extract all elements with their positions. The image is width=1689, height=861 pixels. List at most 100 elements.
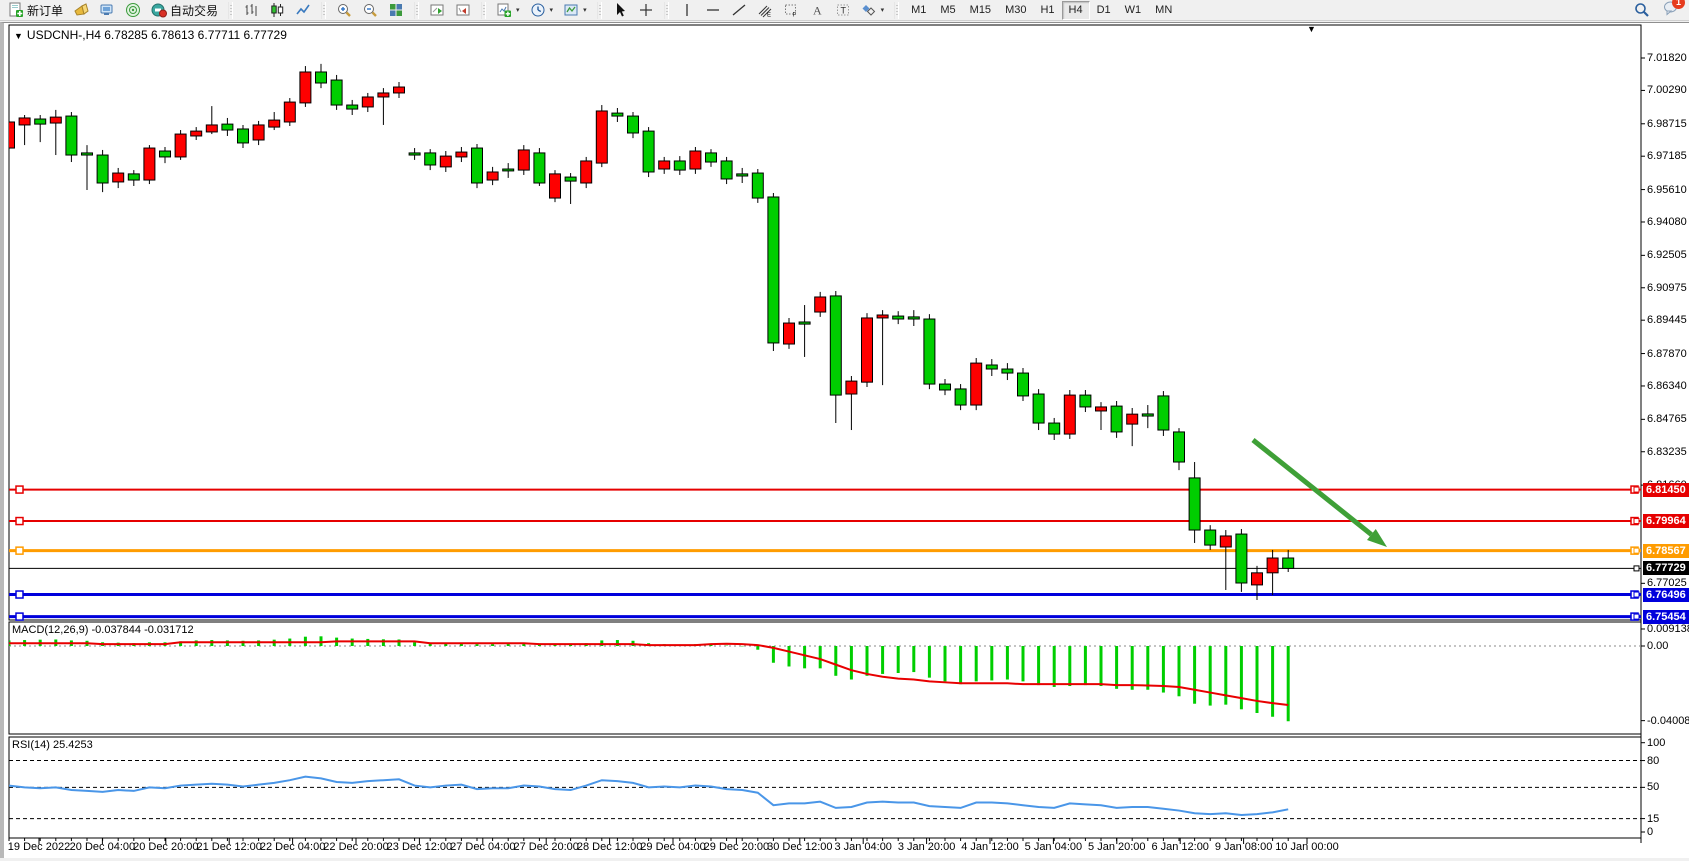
candle-body bbox=[550, 174, 561, 198]
candle-body bbox=[253, 125, 264, 140]
time-axis-label: 4 Jan 12:00 bbox=[961, 841, 1019, 853]
macd-pane[interactable] bbox=[9, 622, 1641, 734]
candle-body bbox=[97, 155, 108, 183]
candle-body bbox=[300, 72, 311, 103]
time-axis-label: 19 Dec 2022 bbox=[8, 841, 70, 853]
candle-body bbox=[144, 148, 155, 180]
candle-body bbox=[1267, 558, 1278, 573]
price-axis-label: 6.87870 bbox=[1647, 348, 1687, 360]
candle-body bbox=[1252, 573, 1263, 585]
candle-body bbox=[19, 118, 30, 125]
time-axis-label: 6 Jan 12:00 bbox=[1151, 841, 1209, 853]
candle-body bbox=[440, 156, 451, 167]
candle-body bbox=[362, 97, 373, 107]
time-axis-label: 3 Jan 04:00 bbox=[834, 841, 892, 853]
time-axis-label: 27 Dec 04:00 bbox=[450, 841, 515, 853]
candle-body bbox=[394, 87, 405, 93]
candle-body bbox=[4, 122, 15, 148]
macd-axis-label: 0.009138 bbox=[1647, 623, 1689, 635]
tag-anchor bbox=[1634, 566, 1639, 571]
chart-canvas[interactable] bbox=[0, 0, 1689, 861]
candle-body bbox=[409, 153, 420, 155]
price-axis-label: 6.83235 bbox=[1647, 446, 1687, 458]
candle-body bbox=[347, 105, 358, 109]
price-axis-label: 6.84765 bbox=[1647, 413, 1687, 425]
time-axis-label: 29 Dec 20:00 bbox=[704, 841, 769, 853]
rsi-axis-label: 100 bbox=[1647, 737, 1665, 749]
line-handle[interactable] bbox=[16, 486, 23, 493]
candle-body bbox=[160, 151, 171, 157]
candle-body bbox=[940, 384, 951, 390]
price-axis-label: 6.97185 bbox=[1647, 150, 1687, 162]
main-price-pane[interactable] bbox=[9, 25, 1641, 620]
candle-body bbox=[784, 323, 795, 344]
candle-body bbox=[924, 319, 935, 384]
candle-body bbox=[659, 161, 670, 169]
rsi-axis-label: 15 bbox=[1647, 813, 1659, 825]
candle-body bbox=[862, 318, 873, 382]
candle-body bbox=[222, 124, 233, 130]
candle-body bbox=[191, 131, 202, 136]
candle-body bbox=[1049, 423, 1060, 434]
candle-body bbox=[1127, 414, 1138, 424]
line-handle[interactable] bbox=[16, 591, 23, 598]
candle-body bbox=[50, 117, 61, 123]
rsi-axis-label: 0 bbox=[1647, 826, 1653, 838]
price-tag: 6.78567 bbox=[1643, 544, 1689, 558]
price-axis-label: 6.90975 bbox=[1647, 282, 1687, 294]
candle-body bbox=[378, 93, 389, 97]
price-axis-label: 6.98715 bbox=[1647, 118, 1687, 130]
tag-anchor bbox=[1634, 592, 1639, 597]
price-tag: 6.81450 bbox=[1643, 483, 1689, 497]
tag-anchor bbox=[1634, 487, 1639, 492]
candle-body bbox=[1080, 395, 1091, 407]
price-axis-label: 6.89445 bbox=[1647, 314, 1687, 326]
candle-body bbox=[331, 80, 342, 105]
time-axis-label: 23 Dec 12:00 bbox=[387, 841, 452, 853]
line-handle[interactable] bbox=[16, 518, 23, 525]
price-tag: 6.75454 bbox=[1643, 610, 1689, 624]
price-axis-label: 7.00290 bbox=[1647, 84, 1687, 96]
time-axis-label: 9 Jan 08:00 bbox=[1215, 841, 1273, 853]
candle-body bbox=[487, 172, 498, 180]
candle-body bbox=[737, 174, 748, 176]
candle-body bbox=[877, 315, 888, 318]
rsi-axis-label: 50 bbox=[1647, 781, 1659, 793]
price-axis-label: 6.86340 bbox=[1647, 380, 1687, 392]
candle-body bbox=[799, 322, 810, 324]
collapse-triangle-icon[interactable]: ▼ bbox=[14, 31, 23, 41]
time-axis-label: 22 Dec 04:00 bbox=[260, 841, 325, 853]
rsi-label: RSI(14) 25.4253 bbox=[12, 739, 93, 751]
line-handle[interactable] bbox=[16, 613, 23, 620]
price-axis-label: 6.95610 bbox=[1647, 184, 1687, 196]
candle-body bbox=[269, 120, 280, 127]
candle-body bbox=[581, 161, 592, 183]
price-axis-label: 6.94080 bbox=[1647, 216, 1687, 228]
time-axis-label: 21 Dec 12:00 bbox=[196, 841, 261, 853]
time-axis-label: 27 Dec 20:00 bbox=[513, 841, 578, 853]
time-axis-label: 3 Jan 20:00 bbox=[898, 841, 956, 853]
candle-body bbox=[986, 365, 997, 369]
candle-body bbox=[893, 316, 904, 319]
candle-body bbox=[1236, 534, 1247, 583]
macd-label: MACD(12,26,9) -0.037844 -0.031712 bbox=[12, 624, 194, 636]
candle-body bbox=[1033, 394, 1044, 423]
candle-body bbox=[955, 389, 966, 405]
candle-body bbox=[425, 153, 436, 165]
candle-body bbox=[1018, 373, 1029, 396]
candle-body bbox=[1002, 369, 1013, 373]
candle-body bbox=[612, 113, 623, 116]
candle-body bbox=[674, 161, 685, 170]
candle-body bbox=[1189, 478, 1200, 530]
candle-body bbox=[690, 151, 701, 169]
candle-body bbox=[628, 116, 639, 133]
time-axis-label: 29 Dec 04:00 bbox=[640, 841, 705, 853]
price-axis-label: 7.01820 bbox=[1647, 52, 1687, 64]
metatrader-window: 新订单自动交易▾▾▾EFAT▾M1M5M15M30H1H4D1W1MN1 ▼US… bbox=[0, 0, 1689, 861]
candle-body bbox=[35, 119, 46, 124]
line-handle[interactable] bbox=[16, 547, 23, 554]
time-axis-label: 20 Dec 20:00 bbox=[133, 841, 198, 853]
candle-body bbox=[721, 161, 732, 179]
candle-body bbox=[82, 153, 93, 155]
macd-axis-label: 0.00 bbox=[1647, 640, 1668, 652]
